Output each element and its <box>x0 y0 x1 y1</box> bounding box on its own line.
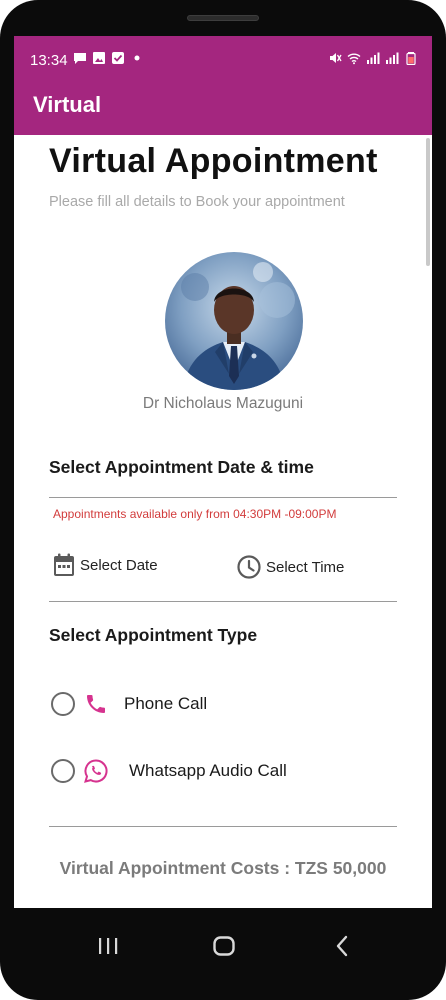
home-button[interactable] <box>210 928 238 964</box>
recents-button[interactable] <box>94 928 122 964</box>
date-time-divider <box>49 601 397 602</box>
clock-icon <box>237 555 261 579</box>
system-icons <box>328 51 418 65</box>
cost-divider <box>49 826 397 827</box>
speaker-grille <box>187 15 259 21</box>
whatsapp-call-label: Whatsapp Audio Call <box>129 761 287 780</box>
doctor-photo <box>165 252 303 390</box>
phone-frame: 13:34 Virtual Virtual Appointment Please… <box>0 0 446 1000</box>
message-icon <box>74 53 86 64</box>
gallery-icon <box>93 52 105 64</box>
navigation-bar <box>0 908 446 1000</box>
appointment-cost: Virtual Appointment Costs : TZS 50,000 <box>59 858 387 878</box>
battery-icon <box>406 52 416 65</box>
phone-call-label: Phone Call <box>124 694 208 713</box>
wifi-icon <box>347 53 361 65</box>
select-time-button[interactable]: Select Time <box>236 554 344 580</box>
whatsapp-call-radio[interactable] <box>51 759 75 783</box>
calendar-icon <box>54 553 74 576</box>
back-button[interactable] <box>330 928 354 964</box>
select-time-label: Select Time <box>266 558 345 576</box>
select-date-button[interactable]: Select Date <box>52 552 158 578</box>
phone-call-radio[interactable] <box>51 692 75 716</box>
status-bar: 13:34 <box>14 36 432 82</box>
page-title: Virtual Appointment <box>49 142 378 180</box>
signal-icon-2 <box>386 52 399 64</box>
page-subtitle: Please fill all details to Book your app… <box>49 194 345 210</box>
availability-notice: Appointments available only from 04:30PM… <box>53 507 337 521</box>
option-whatsapp-audio-call[interactable]: Whatsapp Audio Call <box>51 758 287 784</box>
recents-icon <box>99 938 118 954</box>
doctor-avatar <box>165 252 303 390</box>
scrollbar[interactable] <box>426 138 430 266</box>
signal-icon <box>367 52 380 64</box>
back-icon <box>336 935 348 957</box>
option-phone-call[interactable]: Phone Call <box>51 691 207 717</box>
whatsapp-icon <box>83 758 109 784</box>
schedule-divider <box>49 497 397 498</box>
app-bar-title: Virtual <box>33 92 102 117</box>
doctor-name: Dr Nicholaus Mazuguni <box>142 395 304 412</box>
home-icon <box>213 936 235 956</box>
checkbox-icon <box>112 52 124 64</box>
phone-icon <box>83 691 109 717</box>
select-date-label: Select Date <box>80 556 158 574</box>
schedule-section-title: Select Appointment Date & time <box>49 457 314 477</box>
dot-icon <box>134 55 140 61</box>
notification-icons <box>73 51 144 65</box>
mute-icon <box>330 53 342 63</box>
appointment-type-title: Select Appointment Type <box>49 625 258 645</box>
screen: 13:34 Virtual Virtual Appointment Please… <box>14 36 432 908</box>
app-bar: Virtual <box>14 82 432 135</box>
status-time: 13:34 <box>30 52 68 69</box>
